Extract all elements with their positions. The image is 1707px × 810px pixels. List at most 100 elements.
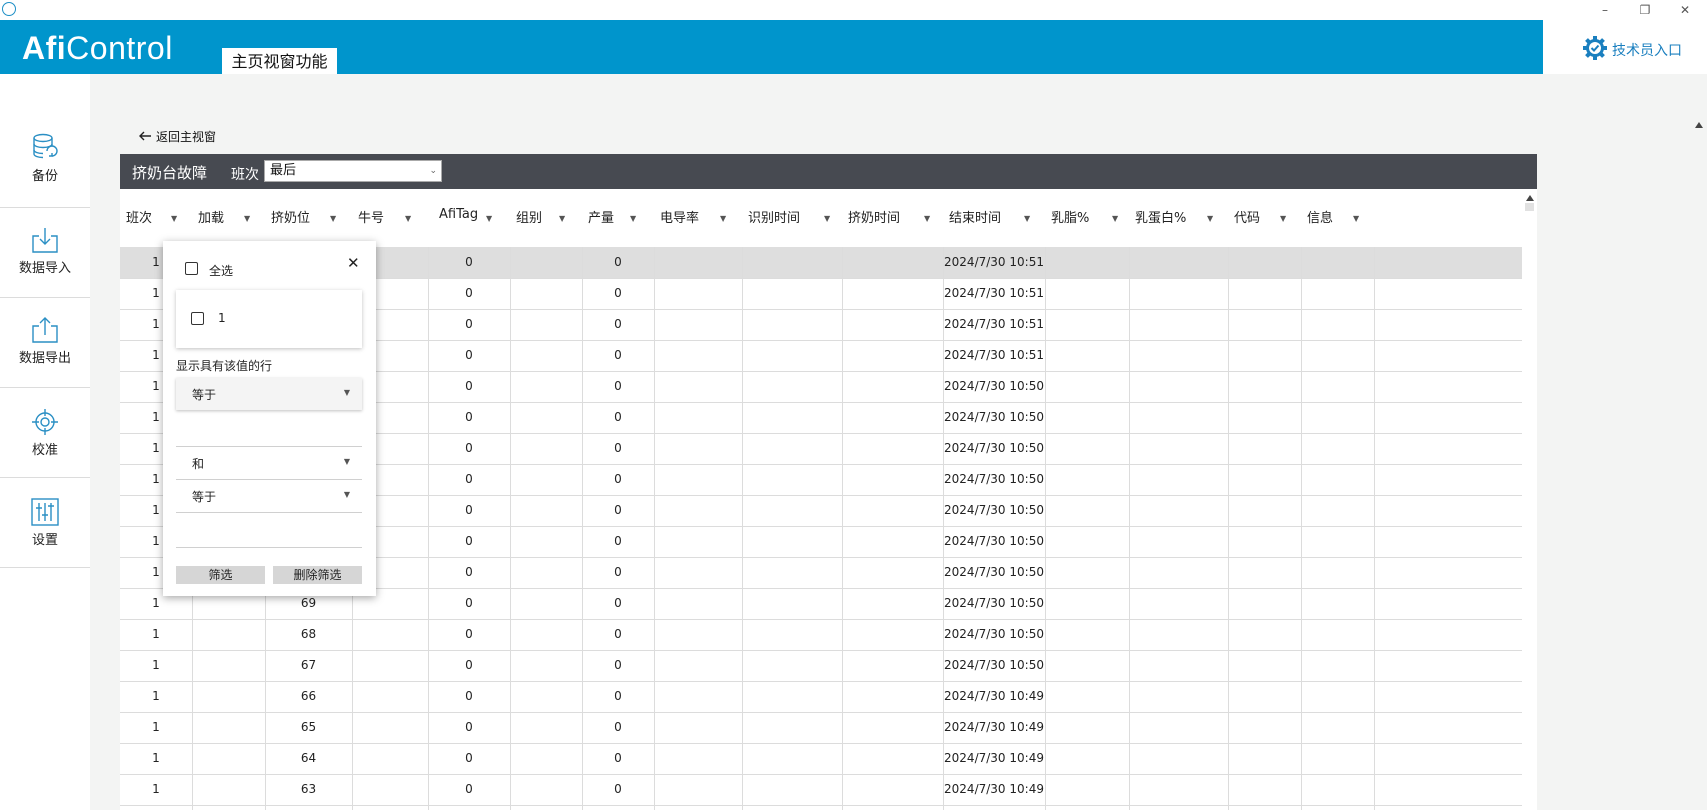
column-header[interactable]: 结束时间 xyxy=(949,207,1001,226)
column-divider xyxy=(1045,247,1046,810)
table-cell-yield: 0 xyxy=(614,348,622,362)
sidebar-item-backup[interactable]: 备份 xyxy=(0,118,90,208)
table-cell-shift: 1 xyxy=(152,658,160,672)
filter-icon[interactable]: ▼ xyxy=(924,214,930,223)
filter-icon[interactable]: ▼ xyxy=(824,214,830,223)
table-cell-yield: 0 xyxy=(614,410,622,424)
scroll-up-icon[interactable] xyxy=(1526,195,1534,201)
logic-select[interactable]: 和 ▼ xyxy=(176,447,362,479)
select-all-checkbox[interactable] xyxy=(185,262,198,275)
restore-button[interactable]: ❐ xyxy=(1625,0,1665,20)
back-to-main-link[interactable]: 返回主视窗 xyxy=(138,128,216,145)
table-cell-shift: 1 xyxy=(152,689,160,703)
crosshair-icon xyxy=(0,408,90,436)
filter-icon[interactable]: ▼ xyxy=(559,214,565,223)
column-header[interactable]: 组别 xyxy=(516,207,542,226)
close-window-button[interactable]: ✕ xyxy=(1665,0,1705,20)
sidebar-item-calibrate[interactable]: 校准 xyxy=(0,388,90,478)
column-header[interactable]: 产量 xyxy=(588,207,614,226)
table-cell-yield: 0 xyxy=(614,534,622,548)
table-cell-end-time: 2024/7/30 10:50 xyxy=(944,596,1044,610)
operator-select-2[interactable]: 等于 ▼ xyxy=(176,480,362,512)
table-cell-end-time: 2024/7/30 10:50 xyxy=(944,441,1044,455)
show-rows-label: 显示具有该值的行 xyxy=(176,359,273,373)
table-cell-end-time: 2024/7/30 10:51 xyxy=(944,286,1044,300)
filter-value-input-2[interactable] xyxy=(176,547,362,548)
filter-icon[interactable]: ▼ xyxy=(1024,214,1030,223)
table-cell-yield: 0 xyxy=(614,441,622,455)
sidebar-item-data-import[interactable]: 数据导入 xyxy=(0,208,90,298)
table-row[interactable]: 1 63 0 0 2024/7/30 10:49 xyxy=(120,774,1522,806)
table-cell-yield: 0 xyxy=(614,627,622,641)
column-header[interactable]: 识别时间 xyxy=(748,207,800,226)
column-header[interactable]: 乳蛋白% xyxy=(1135,207,1186,226)
operator-select-1[interactable]: 等于 ▼ xyxy=(176,378,362,410)
close-icon[interactable]: ✕ xyxy=(347,254,360,272)
table-cell-yield: 0 xyxy=(614,565,622,579)
minimize-button[interactable]: – xyxy=(1585,0,1625,20)
filter-icon[interactable]: ▼ xyxy=(630,214,636,223)
table-cell-yield: 0 xyxy=(614,596,622,610)
column-header[interactable]: 电导率 xyxy=(660,207,699,226)
filter-icon[interactable]: ▼ xyxy=(405,214,411,223)
technician-entry-button[interactable]: 技术员入口 xyxy=(1582,36,1682,63)
filter-icon[interactable]: ▼ xyxy=(1353,214,1359,223)
sidebar-item-settings[interactable]: 设置 xyxy=(0,478,90,568)
table-row[interactable]: 1 66 0 0 2024/7/30 10:49 xyxy=(120,681,1522,713)
filter-icon[interactable]: ▼ xyxy=(1280,214,1286,223)
select-all-label: 全选 xyxy=(209,264,234,278)
filter-icon[interactable]: ▼ xyxy=(244,214,250,223)
table-cell-yield: 0 xyxy=(614,472,622,486)
apply-filter-button[interactable]: 筛选 xyxy=(176,566,265,584)
shift-label: 班次 xyxy=(231,167,259,183)
column-header[interactable]: 挤奶位 xyxy=(271,207,310,226)
sidebar-item-label: 设置 xyxy=(31,533,58,548)
table-row[interactable]: 1 68 0 0 2024/7/30 10:50 xyxy=(120,619,1522,651)
value-checkbox[interactable] xyxy=(191,312,204,325)
filter-icon[interactable]: ▼ xyxy=(330,214,336,223)
table-cell-shift: 1 xyxy=(152,751,160,765)
table-cell-yield: 0 xyxy=(614,751,622,765)
column-header[interactable]: 挤奶时间 xyxy=(848,207,900,226)
table-row[interactable]: 1 64 0 0 2024/7/30 10:49 xyxy=(120,743,1522,775)
scroll-thumb[interactable] xyxy=(1525,203,1534,211)
column-header[interactable]: 代码 xyxy=(1234,207,1260,226)
shift-select[interactable]: 最后 ⌄ xyxy=(264,160,442,182)
chevron-down-icon: ▼ xyxy=(343,490,350,499)
filter-icon[interactable]: ▼ xyxy=(171,214,177,223)
table-cell-yield: 0 xyxy=(614,782,622,796)
table-cell-afitag: 0 xyxy=(465,751,473,765)
page-scrollbar[interactable] xyxy=(1690,116,1707,810)
sidebar-item-data-export[interactable]: 数据导出 xyxy=(0,298,90,388)
column-header[interactable]: 信息 xyxy=(1307,207,1333,226)
column-header[interactable]: 班次 xyxy=(126,207,152,226)
table-cell-afitag: 0 xyxy=(465,565,473,579)
column-header[interactable]: 加载 xyxy=(198,207,224,226)
filter-icon[interactable]: ▼ xyxy=(1112,214,1118,223)
table-row[interactable]: 1 67 0 0 2024/7/30 10:50 xyxy=(120,650,1522,682)
chevron-down-icon: ⌄ xyxy=(429,166,437,176)
column-divider xyxy=(428,247,429,810)
table-cell-stall: 67 xyxy=(300,658,317,672)
filter-values-list: 1 xyxy=(176,290,362,348)
column-header[interactable]: 乳脂% xyxy=(1051,207,1089,226)
column-divider xyxy=(1228,247,1229,810)
column-header[interactable]: AfiTag xyxy=(439,207,478,222)
table-cell-end-time: 2024/7/30 10:50 xyxy=(944,534,1044,548)
grid-scrollbar[interactable] xyxy=(1522,189,1537,810)
filter-icon[interactable]: ▼ xyxy=(1207,214,1213,223)
import-icon xyxy=(0,226,90,254)
table-cell-stall: 66 xyxy=(300,689,317,703)
column-header[interactable]: 牛号 xyxy=(358,207,384,226)
table-cell-shift: 1 xyxy=(152,782,160,796)
table-cell-end-time: 2024/7/30 10:49 xyxy=(944,689,1044,703)
column-divider xyxy=(510,247,511,810)
table-row[interactable]: 1 65 0 0 2024/7/30 10:49 xyxy=(120,712,1522,744)
tab-main-window[interactable]: 主页视窗功能 xyxy=(222,48,337,74)
filter-icon[interactable]: ▼ xyxy=(720,214,726,223)
scroll-up-icon[interactable] xyxy=(1695,122,1703,128)
table-cell-yield: 0 xyxy=(614,379,622,393)
table-cell-shift: 1 xyxy=(152,720,160,734)
filter-icon[interactable]: ▼ xyxy=(486,214,492,223)
clear-filter-button[interactable]: 删除筛选 xyxy=(273,566,362,584)
